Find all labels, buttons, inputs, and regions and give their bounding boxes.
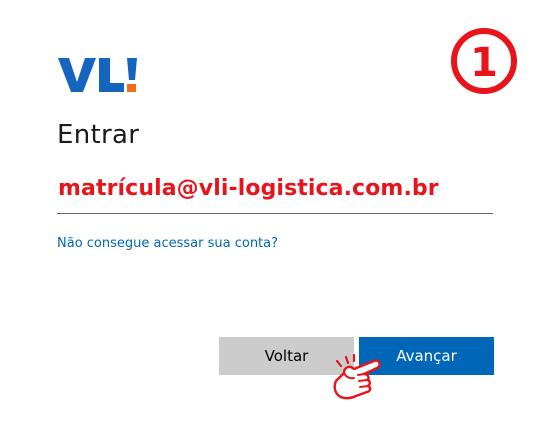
step-number-label: 1: [470, 40, 498, 86]
vli-logo: [56, 52, 148, 98]
account-field[interactable]: matrícula@vli-logistica.com.br: [57, 173, 493, 214]
step-number-badge: 1: [449, 26, 519, 96]
back-button[interactable]: Voltar: [219, 337, 354, 375]
cant-access-account-link[interactable]: Não consegue acessar sua conta?: [57, 236, 278, 251]
next-button[interactable]: Avançar: [359, 337, 494, 375]
page-title: Entrar: [57, 120, 140, 150]
account-field-value[interactable]: matrícula@vli-logistica.com.br: [58, 176, 439, 201]
